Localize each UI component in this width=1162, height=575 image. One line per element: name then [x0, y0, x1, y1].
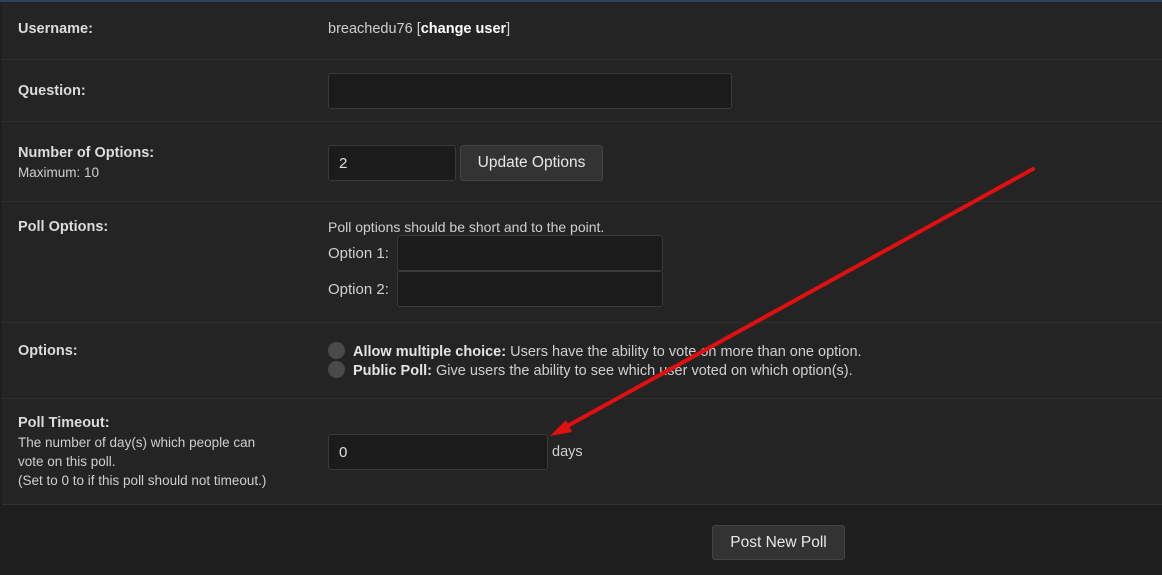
- question-row: Question:: [2, 59, 1162, 122]
- update-options-button[interactable]: Update Options: [460, 145, 603, 181]
- number-of-options-label: Number of Options:: [18, 145, 155, 161]
- poll-timeout-unit: days: [552, 444, 583, 460]
- poll-options-hint: Poll options should be short and to the …: [328, 219, 605, 235]
- change-user-link[interactable]: change user: [421, 21, 506, 37]
- option-2-label: Option 2:: [328, 281, 389, 298]
- poll-timeout-desc-3: (Set to 0 to if this poll should not tim…: [18, 473, 267, 488]
- option-1-input[interactable]: [397, 235, 663, 271]
- option-1-label: Option 1:: [328, 245, 389, 262]
- username-label: Username:: [18, 21, 93, 37]
- post-new-poll-button[interactable]: Post New Poll: [712, 525, 845, 560]
- options-row: Options: Allow multiple choice: Users ha…: [2, 322, 1162, 399]
- poll-options-label: Poll Options:: [18, 219, 109, 235]
- number-of-options-row: Number of Options: Maximum: 10 2 Update …: [2, 121, 1162, 202]
- username-text: breachedu76: [328, 21, 413, 37]
- question-label: Question:: [18, 83, 86, 99]
- options-label: Options:: [18, 343, 78, 359]
- allow-multiple-choice-checkbox[interactable]: [328, 342, 345, 359]
- new-poll-form: Username: breachedu76 [change user] Ques…: [2, 2, 1162, 505]
- allow-multiple-choice-title: Allow multiple choice:: [353, 344, 507, 360]
- question-input[interactable]: [328, 73, 732, 109]
- allow-multiple-choice-desc: Users have the ability to vote on more t…: [510, 344, 862, 360]
- public-poll-text: Public Poll: Give users the ability to s…: [353, 363, 853, 379]
- poll-options-row: Poll Options: Poll options should be sho…: [2, 201, 1162, 323]
- allow-multiple-choice-text: Allow multiple choice: Users have the ab…: [353, 344, 862, 360]
- option-2-input[interactable]: [397, 271, 663, 307]
- poll-timeout-desc-1: The number of day(s) which people can: [18, 435, 256, 450]
- bracket-close: ]: [506, 21, 511, 37]
- number-of-options-max: Maximum: 10: [18, 165, 100, 180]
- poll-timeout-row: Poll Timeout: The number of day(s) which…: [2, 398, 1162, 504]
- poll-timeout-label: Poll Timeout:: [18, 415, 110, 431]
- public-poll-checkbox[interactable]: [328, 361, 345, 378]
- poll-timeout-desc-2: vote on this poll.: [18, 454, 116, 469]
- poll-timeout-input[interactable]: 0: [328, 434, 548, 470]
- public-poll-desc: Give users the ability to see which user…: [435, 363, 853, 379]
- public-poll-title: Public Poll:: [353, 363, 432, 379]
- username-row: Username: breachedu76 [change user]: [2, 2, 1162, 60]
- number-of-options-input[interactable]: 2: [328, 145, 456, 181]
- username-value: breachedu76 [change user]: [328, 21, 510, 37]
